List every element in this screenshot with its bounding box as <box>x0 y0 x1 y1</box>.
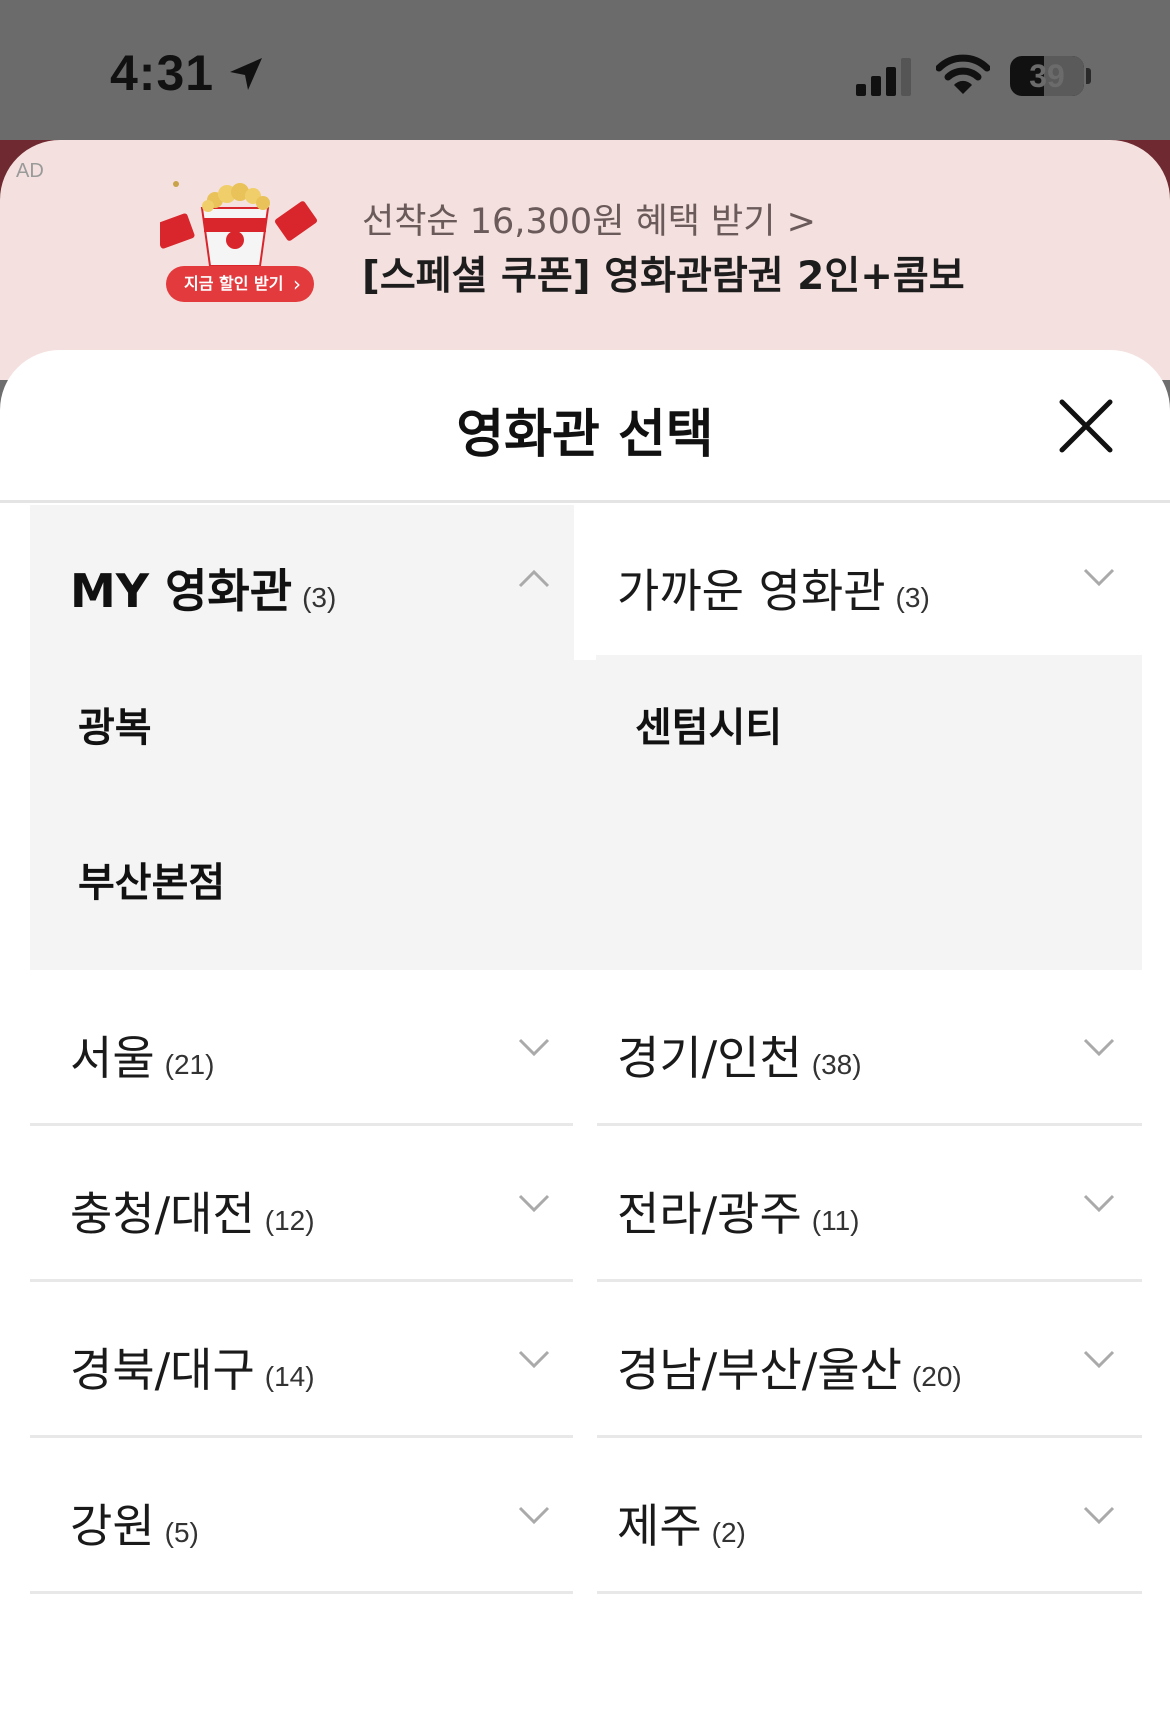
region-label: 경기/인천 <box>617 1031 802 1085</box>
region-divider <box>30 1435 573 1438</box>
region-label: 강원 <box>70 1499 155 1553</box>
region-count: (21) <box>164 1049 215 1080</box>
theater-item[interactable]: 센텀시티 <box>635 695 782 753</box>
region-count: (5) <box>164 1517 199 1548</box>
header-divider <box>0 500 1170 503</box>
tab-near-label: 가까운 영화관 <box>617 564 886 618</box>
tab-my-count: (3) <box>302 582 337 613</box>
tab-my-label: MY 영화관 <box>70 564 293 618</box>
region-divider <box>30 1591 573 1594</box>
region-count: (2) <box>711 1517 746 1548</box>
theater-item[interactable]: 부산본점 <box>78 850 225 908</box>
region-item[interactable]: 경북/대구 (14) <box>70 1334 315 1400</box>
signal-icon <box>856 58 911 96</box>
region-item[interactable]: 전라/광주 (11) <box>617 1178 860 1244</box>
region-item[interactable]: 충청/대전 (12) <box>70 1178 315 1244</box>
chevron-right-icon: › <box>293 272 301 296</box>
battery-cap <box>1086 68 1091 84</box>
region-count: (20) <box>911 1361 962 1392</box>
region-divider <box>597 1123 1142 1126</box>
chevron-down-icon[interactable] <box>518 1038 550 1058</box>
region-divider <box>30 1279 573 1282</box>
region-divider <box>597 1435 1142 1438</box>
tab-near-label-group[interactable]: 가까운 영화관 (3) <box>617 555 930 621</box>
theater-item[interactable]: 광복 <box>78 695 152 753</box>
region-label: 제주 <box>617 1499 702 1553</box>
region-divider <box>30 1123 573 1126</box>
region-item[interactable]: 경기/인천 (38) <box>617 1022 862 1088</box>
status-time: 4:31 <box>110 45 215 101</box>
wifi-icon <box>936 54 990 94</box>
chevron-down-icon[interactable] <box>518 1194 550 1214</box>
close-icon[interactable] <box>1058 398 1114 454</box>
chevron-down-icon[interactable] <box>1083 568 1115 588</box>
region-label: 경남/부산/울산 <box>617 1343 902 1397</box>
region-count: (14) <box>264 1361 315 1392</box>
region-label: 서울 <box>70 1031 155 1085</box>
region-label: 경북/대구 <box>70 1343 255 1397</box>
region-count: (11) <box>811 1205 860 1236</box>
tab-gap <box>574 655 596 660</box>
chevron-down-icon[interactable] <box>1083 1350 1115 1370</box>
region-item[interactable]: 제주 (2) <box>617 1490 746 1556</box>
screen: 4:31 39 AD 지금 할인 받기 › 선착순 16,300원 혜택 받기 … <box>0 0 1170 1720</box>
ad-headline[interactable]: 선착순 16,300원 혜택 받기 > <box>362 193 816 244</box>
region-divider <box>597 1591 1142 1594</box>
chevron-down-icon[interactable] <box>1083 1506 1115 1526</box>
region-divider <box>597 1279 1142 1282</box>
ad-title[interactable]: [스페셜 쿠폰] 영화관람권 2인+콤보 <box>362 245 965 301</box>
region-count: (38) <box>811 1049 862 1080</box>
chevron-up-icon[interactable] <box>518 568 550 588</box>
region-item[interactable]: 서울 (21) <box>70 1022 214 1088</box>
chevron-down-icon[interactable] <box>518 1506 550 1526</box>
tab-my-theaters[interactable]: MY 영화관 (3) <box>70 555 336 621</box>
chevron-down-icon[interactable] <box>1083 1194 1115 1214</box>
location-arrow-icon <box>230 58 262 90</box>
ad-tag: AD <box>16 160 44 182</box>
battery-percent: 39 <box>1029 58 1065 94</box>
chevron-down-icon[interactable] <box>518 1350 550 1370</box>
region-item[interactable]: 경남/부산/울산 (20) <box>617 1334 962 1400</box>
sheet-title: 영화관 선택 <box>456 405 714 465</box>
region-label: 충청/대전 <box>70 1187 255 1241</box>
chevron-down-icon[interactable] <box>1083 1038 1115 1058</box>
region-item[interactable]: 강원 (5) <box>70 1490 199 1556</box>
tab-near-count: (3) <box>895 582 930 613</box>
popcorn-coupon-illustration <box>160 181 318 267</box>
ad-cta-button[interactable]: 지금 할인 받기 <box>166 266 314 302</box>
region-count: (12) <box>264 1205 315 1236</box>
region-label: 전라/광주 <box>617 1187 802 1241</box>
